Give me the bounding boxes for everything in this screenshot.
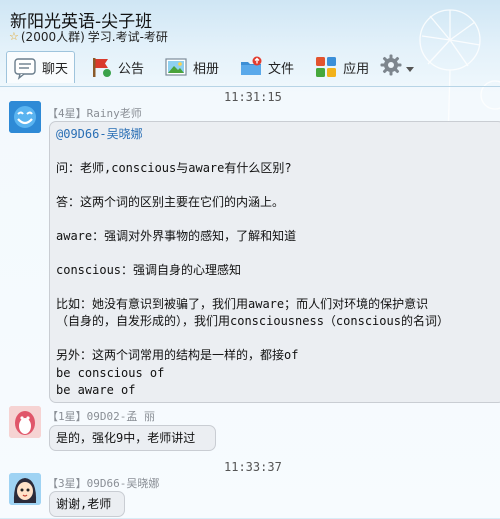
- message-line: be aware of: [56, 383, 136, 397]
- photo-album-icon: [164, 55, 188, 79]
- message-bubble: @09D66-吴晓娜 问：老师,conscious与aware有什么区别? 答：…: [49, 121, 500, 403]
- message-line: 谢谢,老师: [56, 497, 112, 511]
- tab-files[interactable]: 文件: [233, 51, 300, 83]
- avatar[interactable]: [9, 473, 41, 505]
- folder-upload-icon: [239, 55, 263, 79]
- avatar[interactable]: [9, 101, 41, 133]
- avatar[interactable]: [9, 406, 41, 438]
- group-tags[interactable]: 学习.考试-考研: [88, 28, 168, 45]
- tab-chat-label: 聊天: [42, 62, 69, 77]
- penguin-avatar-icon: [9, 406, 41, 438]
- tab-files-label: 文件: [268, 61, 295, 77]
- tab-apps-label: 应用: [343, 61, 370, 77]
- message-line: 问：老师,conscious与aware有什么区别?: [56, 161, 292, 175]
- message-line: （自身的，自发形成的），我们用consciousness（conscious的名…: [56, 314, 449, 328]
- tab-apps[interactable]: 应用: [308, 51, 375, 83]
- tab-album[interactable]: 相册: [158, 51, 225, 83]
- message-bubble: 谢谢,老师: [49, 491, 125, 517]
- sender-name[interactable]: 【3星】09D66-吴晓娜: [47, 475, 159, 491]
- tab-announcement-label: 公告: [118, 61, 145, 77]
- settings-menu-button[interactable]: [375, 51, 418, 83]
- tab-album-label: 相册: [193, 61, 220, 77]
- member-count: (2000人群): [20, 30, 85, 44]
- gear-icon: [379, 53, 403, 81]
- apps-grid-icon: [314, 55, 338, 79]
- sender-name[interactable]: 【1星】09D02-孟 丽: [47, 408, 155, 424]
- message-timestamp: 11:33:37: [224, 460, 282, 474]
- message-line: aware：强调对外界事物的感知，了解和知道: [56, 229, 297, 243]
- group-info: ☆ (2000人群) 学习.考试-考研: [9, 28, 168, 45]
- tab-chat[interactable]: 聊天: [6, 51, 76, 83]
- message-line: 答：这两个词的区别主要在它们的内涵上。: [56, 195, 285, 209]
- toolbar: 聊天 公告 相册 文件 应用: [6, 50, 418, 84]
- chat-history[interactable]: 11:31:15 【4星】Rainy老师 @09D66-吴晓娜 问：老师,con…: [0, 86, 500, 519]
- chevron-down-icon: [406, 58, 415, 77]
- message-timestamp: 11:31:15: [224, 90, 282, 104]
- sender-name[interactable]: 【4星】Rainy老师: [47, 105, 142, 121]
- star-outline-icon: ☆: [9, 30, 19, 43]
- message-line: be conscious of: [56, 366, 165, 380]
- chat-bubble-icon: [13, 56, 37, 80]
- message-bubble: 是的，强化9中，老师讲过: [49, 425, 216, 451]
- message-line: 另外：这两个词常用的结构是一样的，都接of: [56, 348, 299, 362]
- message-line: 比如：她没有意识到被骗了，我们用aware；而人们对环境的保护意识: [56, 297, 429, 311]
- smiley-avatar-icon: [9, 101, 41, 133]
- flag-icon: [89, 55, 113, 79]
- message-line: 是的，强化9中，老师讲过: [56, 431, 196, 445]
- mention-link[interactable]: @09D66-吴晓娜: [56, 127, 143, 141]
- message-line: conscious：强调自身的心理感知: [56, 263, 242, 277]
- tab-announcement[interactable]: 公告: [83, 51, 150, 83]
- girl-avatar-icon: [9, 473, 41, 505]
- group-header: 新阳光英语-尖子班 ☆ (2000人群) 学习.考试-考研 聊天 公告 相册 文…: [0, 0, 500, 140]
